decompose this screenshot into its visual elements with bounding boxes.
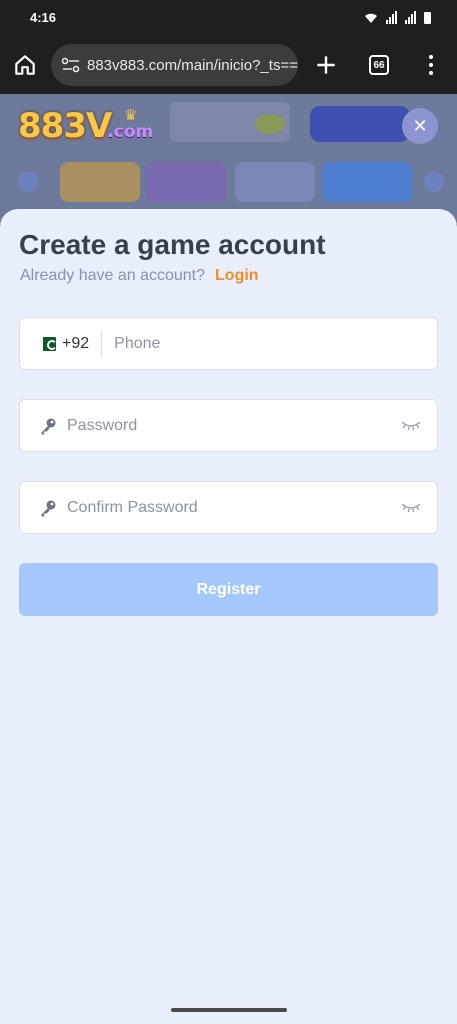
phone-field[interactable]: +92 Phone [19, 317, 438, 370]
gesture-nav-handle[interactable] [171, 1008, 287, 1012]
key-icon [41, 418, 56, 435]
eye-closed-icon[interactable] [401, 500, 421, 514]
wifi-icon [365, 13, 377, 23]
password-field[interactable]: Password [19, 399, 438, 452]
page-title: Create a game account [19, 229, 326, 260]
crown-icon: ♛ [124, 106, 138, 124]
logo-main-text: 883V [18, 106, 112, 146]
password-input[interactable]: Password [67, 417, 137, 435]
browser-toolbar: 883v883.com/main/inicio?_ts== 66 [0, 36, 457, 94]
site-settings-icon[interactable] [61, 56, 81, 74]
battery-icon [424, 12, 431, 24]
status-bar: 4:16 [0, 0, 457, 36]
login-prompt-text: Already have an account? [20, 267, 206, 284]
register-sheet: Create a game account Already have an ac… [0, 209, 457, 1024]
country-code[interactable]: +92 [62, 335, 89, 353]
backdrop-dot [18, 172, 38, 192]
tabs-button[interactable]: 66 [369, 55, 389, 75]
phone-input[interactable]: Phone [114, 335, 160, 353]
close-icon: ✕ [412, 115, 428, 136]
backdrop-tile [145, 162, 225, 202]
backdrop-tile [235, 162, 315, 202]
close-button[interactable]: ✕ [402, 108, 438, 144]
status-time: 4:16 [30, 10, 57, 25]
more-icon[interactable] [424, 52, 438, 78]
backdrop-button [310, 106, 410, 142]
signal-icon-2 [405, 11, 416, 24]
backdrop-dot [424, 172, 444, 192]
login-link[interactable]: Login [215, 267, 259, 284]
confirm-password-input[interactable]: Confirm Password [67, 499, 198, 517]
login-prompt: Already have an account? Login [20, 267, 259, 285]
home-icon[interactable] [12, 52, 38, 78]
field-divider [101, 330, 103, 357]
key-icon [41, 500, 56, 517]
register-button[interactable]: Register [19, 563, 438, 616]
logo-sub-text: .com [107, 122, 154, 142]
brand-logo: 883V .com ♛ [18, 106, 153, 146]
eye-closed-icon[interactable] [401, 418, 421, 432]
backdrop-graphic [255, 114, 285, 134]
url-text[interactable]: 883v883.com/main/inicio?_ts== [87, 57, 298, 74]
backdrop-tile [60, 162, 140, 202]
backdrop-tile [322, 162, 412, 202]
address-bar[interactable]: 883v883.com/main/inicio?_ts== [51, 44, 298, 86]
plus-icon[interactable] [313, 52, 339, 78]
tab-count: 66 [373, 59, 385, 71]
pakistan-flag-icon[interactable] [38, 336, 57, 351]
register-label: Register [196, 580, 261, 598]
confirm-password-field[interactable]: Confirm Password [19, 481, 438, 534]
signal-icon [386, 11, 397, 24]
status-icons [364, 10, 431, 24]
